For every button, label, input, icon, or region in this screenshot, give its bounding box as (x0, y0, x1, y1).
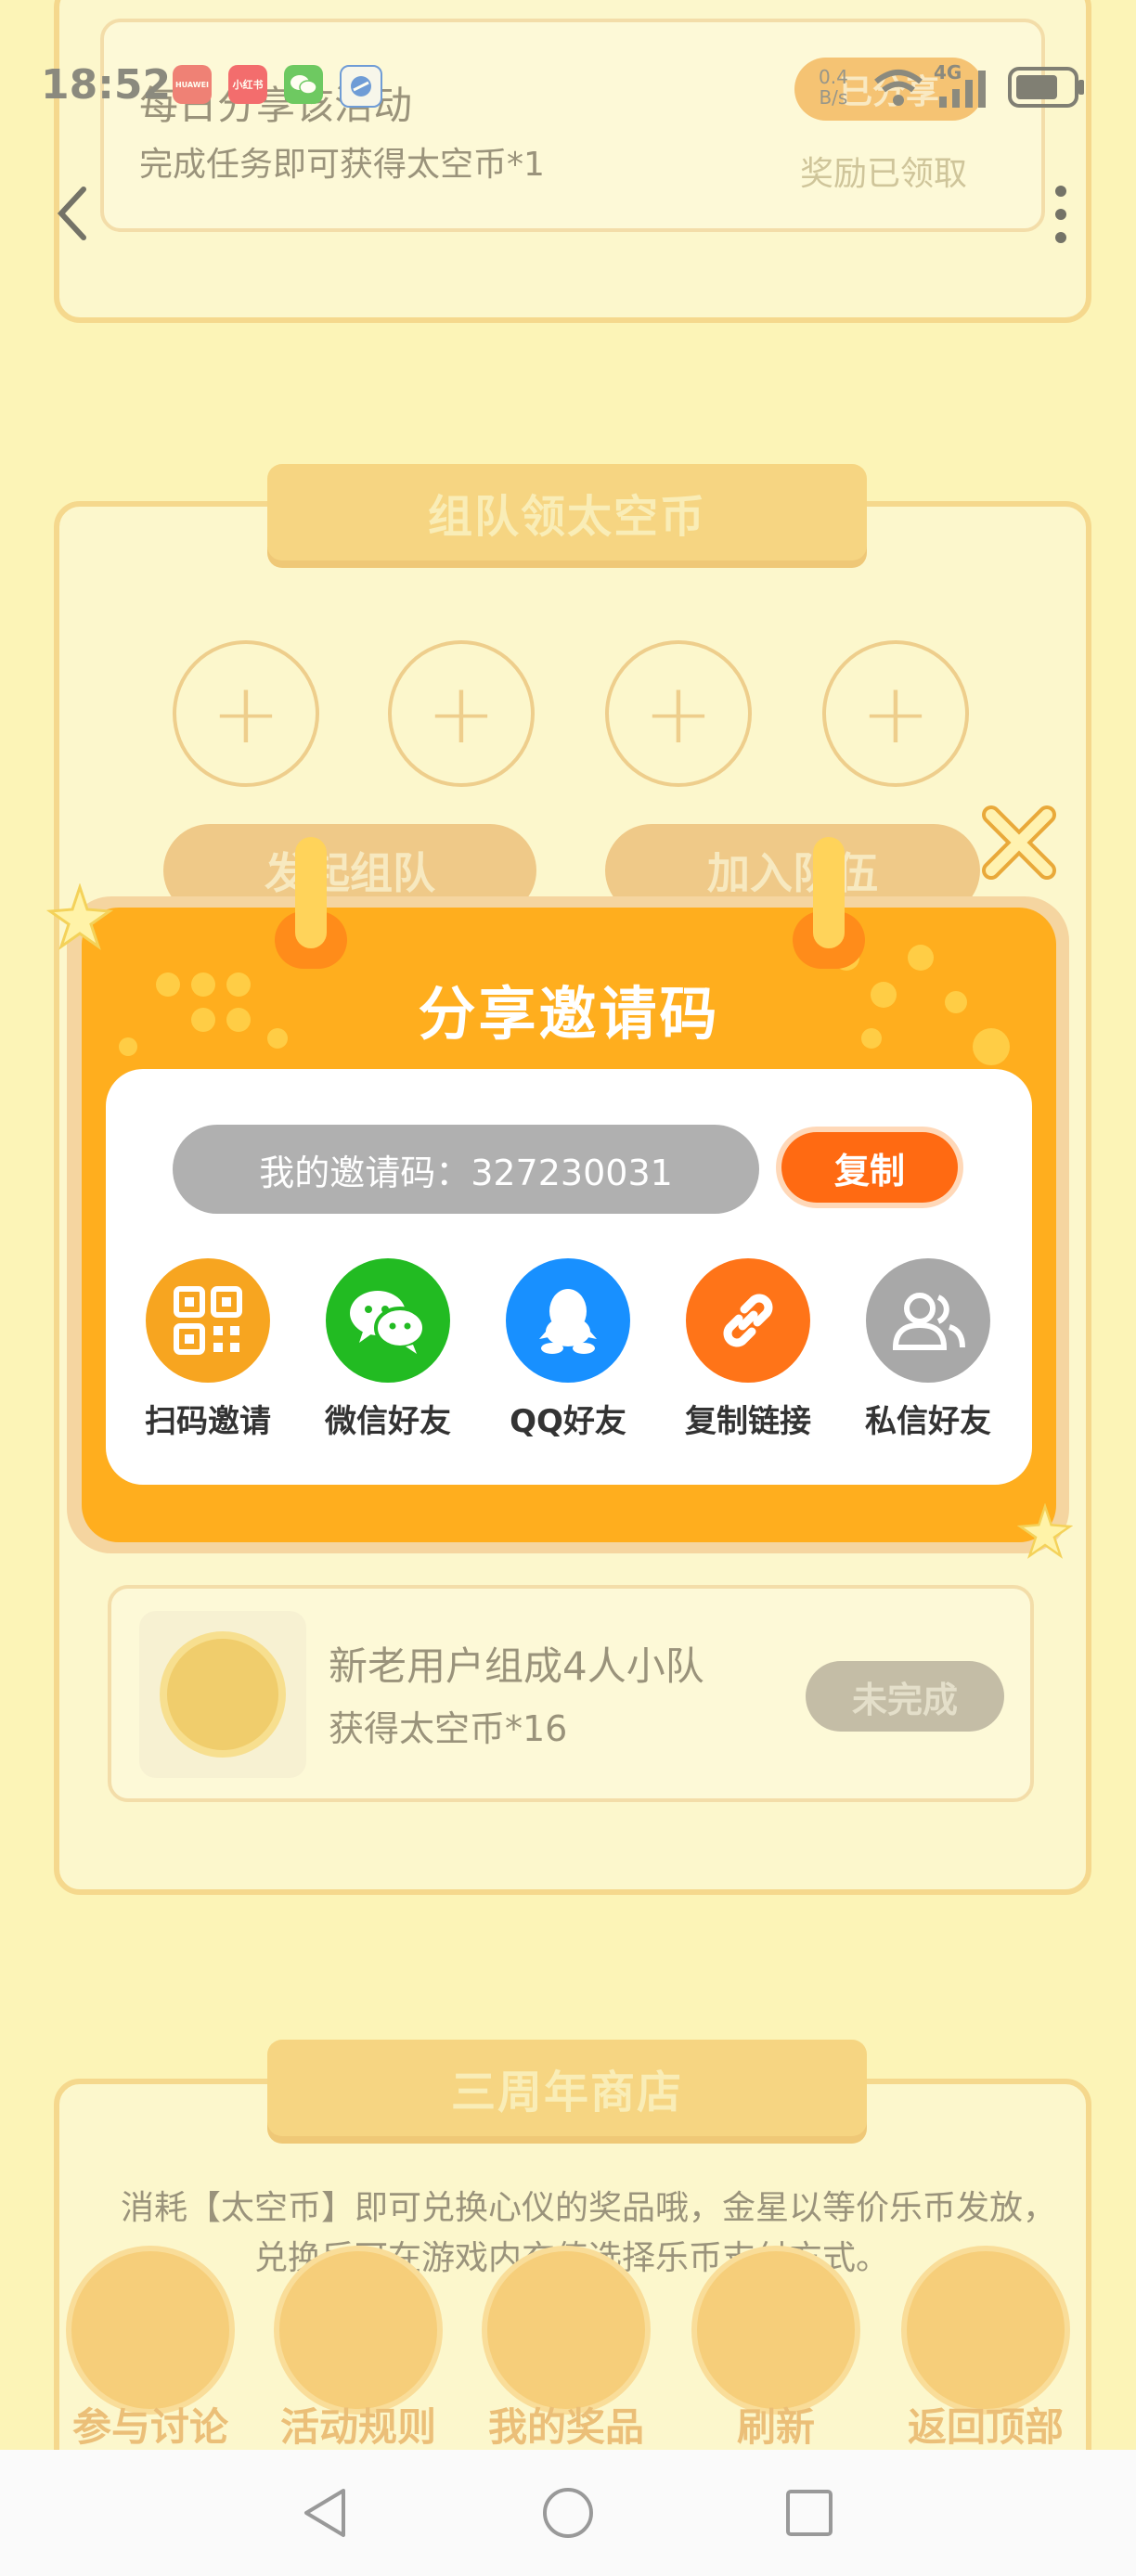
nav-back-triangle-icon[interactable] (299, 2485, 351, 2541)
left-ring (295, 837, 327, 948)
star-right-icon (1017, 1503, 1073, 1559)
close-icon[interactable] (975, 798, 1064, 887)
star-left-icon (46, 883, 113, 950)
modal-title: 分享邀请码 (418, 980, 720, 1048)
right-ring (813, 837, 845, 948)
wechat-icon (326, 1258, 450, 1383)
share-label-wechat: 微信好友 (325, 1403, 451, 1440)
share-private-message[interactable]: 私信好友 (845, 1258, 1012, 1441)
qr-code-icon (146, 1258, 270, 1383)
qq-icon (506, 1258, 630, 1383)
system-navigation-bar (0, 2450, 1136, 2576)
share-label-qr: 扫码邀请 (145, 1403, 271, 1440)
nav-home-circle-icon[interactable] (540, 2485, 596, 2541)
friends-icon (866, 1258, 990, 1383)
share-copy-link[interactable]: 复制链接 (665, 1258, 832, 1441)
share-label-qq: QQ好友 (510, 1403, 626, 1440)
nav-recent-square-icon[interactable] (783, 2487, 835, 2539)
share-qq[interactable]: QQ好友 (484, 1258, 652, 1441)
link-icon (686, 1258, 810, 1383)
share-label-private: 私信好友 (865, 1403, 991, 1440)
share-qr-invite[interactable]: 扫码邀请 (124, 1258, 291, 1441)
copy-code-button[interactable]: 复制 (781, 1132, 958, 1203)
invite-code-field: 我的邀请码：327230031 (173, 1125, 759, 1214)
share-label-link: 复制链接 (685, 1403, 811, 1440)
share-wechat[interactable]: 微信好友 (304, 1258, 471, 1441)
